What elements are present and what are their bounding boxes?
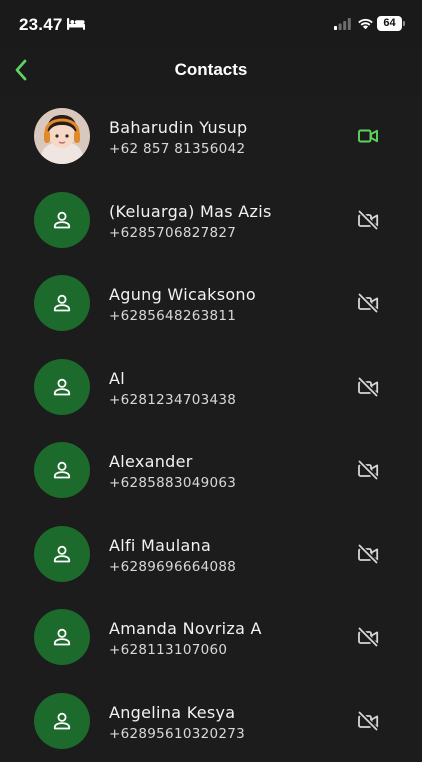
contact-row[interactable]: (Keluarga) Mas Azis +6285706827827 [0, 178, 422, 262]
wifi-icon [357, 16, 374, 30]
navigation-bar: Contacts [0, 48, 422, 94]
video-off-icon [357, 711, 379, 731]
avatar [34, 526, 90, 582]
contact-name: Baharudin Yusup [109, 118, 247, 137]
video-call-button[interactable] [356, 460, 380, 480]
contact-name: (Keluarga) Mas Azis [109, 202, 272, 221]
contact-phone: +6289696664088 [109, 559, 236, 575]
status-time: 23.47 [19, 15, 63, 35]
video-off-icon [357, 377, 379, 397]
avatar [34, 192, 90, 248]
contact-name: Amanda Novriza A [109, 619, 262, 638]
video-off-icon [357, 210, 379, 230]
video-call-button[interactable] [356, 126, 380, 146]
avatar [34, 108, 90, 164]
contact-phone: +62895610320273 [109, 726, 245, 742]
contact-row[interactable]: Alexander +6285883049063 [0, 428, 422, 512]
person-icon [52, 377, 72, 397]
contact-phone: +6281234703438 [109, 392, 236, 408]
video-call-button[interactable] [356, 627, 380, 647]
contact-name: Al [109, 369, 125, 388]
person-icon [52, 460, 72, 480]
contact-name: Angelina Kesya [109, 703, 235, 722]
contact-phone: +6285883049063 [109, 475, 236, 491]
contact-phone: +62 857 81356042 [109, 141, 245, 157]
page-title: Contacts [0, 60, 422, 80]
contact-name: Alexander [109, 452, 193, 471]
video-call-button[interactable] [356, 210, 380, 230]
contact-row[interactable]: Al +6281234703438 [0, 345, 422, 429]
video-off-icon [357, 460, 379, 480]
contact-phone: +6285706827827 [109, 225, 236, 241]
video-call-button[interactable] [356, 711, 380, 731]
contact-row[interactable]: Alfi Maulana +6289696664088 [0, 512, 422, 596]
battery-indicator: 64 [377, 16, 402, 31]
video-call-button[interactable] [356, 377, 380, 397]
contact-row[interactable]: Agung Wicaksono +6285648263811 [0, 261, 422, 345]
contact-phone: +6285648263811 [109, 308, 236, 324]
contact-row[interactable]: Baharudin Yusup +62 857 81356042 [0, 94, 422, 178]
video-off-icon [357, 544, 379, 564]
contact-row[interactable]: Angelina Kesya +62895610320273 [0, 679, 422, 762]
contact-name: Agung Wicaksono [109, 285, 256, 304]
person-icon [52, 711, 72, 731]
avatar [34, 359, 90, 415]
video-call-button[interactable] [356, 293, 380, 313]
status-bar: 23.47 64 [0, 0, 422, 48]
person-icon [52, 293, 72, 313]
contact-photo [34, 108, 90, 164]
video-camera-icon [358, 129, 378, 143]
video-off-icon [357, 627, 379, 647]
video-call-button[interactable] [356, 544, 380, 564]
battery-tip [403, 21, 405, 26]
video-off-icon [357, 293, 379, 313]
person-icon [52, 544, 72, 564]
contact-phone: +628113107060 [109, 642, 227, 658]
avatar [34, 442, 90, 498]
sleep-focus-icon [67, 17, 85, 31]
avatar [34, 609, 90, 665]
contact-name: Alfi Maulana [109, 536, 211, 555]
avatar [34, 275, 90, 331]
cellular-signal-icon [334, 18, 351, 30]
person-icon [52, 210, 72, 230]
contact-list: Baharudin Yusup +62 857 81356042 (Keluarga… [0, 94, 422, 762]
avatar [34, 693, 90, 749]
contact-row[interactable]: Amanda Novriza A +628113107060 [0, 595, 422, 679]
person-icon [52, 627, 72, 647]
